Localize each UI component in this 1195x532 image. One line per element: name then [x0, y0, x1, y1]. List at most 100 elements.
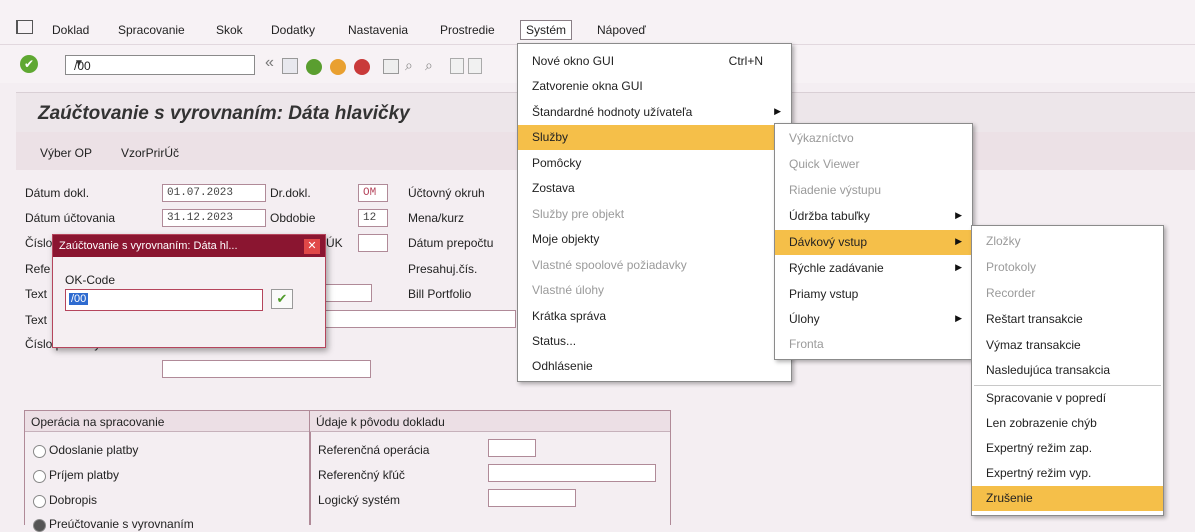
close-icon[interactable]: ✕ [304, 239, 320, 254]
menu-item-label: Výmaz transakcie [986, 338, 1081, 352]
menu-item-label: Zrušenie [986, 491, 1033, 505]
menu-item-user-defaults[interactable]: Štandardné hodnoty užívateľa ▶ [518, 100, 791, 125]
batch-input-submenu: Zložky Protokoly Recorder Reštart transa… [971, 225, 1164, 516]
menu-item-fast-entry[interactable]: Rýchle zadávanie ▶ [775, 256, 972, 281]
okcode-input[interactable]: /00 [65, 289, 263, 311]
menu-item-list[interactable]: Zostava▶ [518, 176, 791, 201]
menu-item-direct-input[interactable]: Priamy vstup [775, 282, 972, 307]
exit-icon[interactable] [330, 59, 346, 75]
menu-item-status[interactable]: Status... [518, 329, 791, 354]
menu-item-my-objects[interactable]: Moje objekty▶ [518, 227, 791, 252]
menu-skok[interactable]: Skok [216, 23, 243, 37]
doc-date-field[interactable]: 01.07.2023 [162, 184, 266, 202]
menu-item-utilities[interactable]: Pomôcky▶ [518, 151, 791, 176]
menu-nastavenia[interactable]: Nastavenia [348, 23, 408, 37]
find-next-icon[interactable]: ⌕ [425, 57, 433, 74]
okcode-dialog: Zaúčtovanie s vyrovnaním: Dáta hl... ✕ O… [52, 234, 326, 348]
menu-item-own-jobs: Vlastné úlohy [518, 278, 791, 303]
submenu-arrow-icon: ▶ [774, 106, 781, 116]
menu-item-label: Nasledujúca transakcia [986, 363, 1111, 377]
menu-item-services[interactable]: Služby▶ [518, 125, 791, 150]
menu-item-cancel[interactable]: Zrušenie [972, 486, 1163, 511]
model-account-button[interactable]: VzorPrirÚč [121, 146, 179, 160]
extra-field[interactable] [162, 360, 371, 378]
doc-type-label: Dr.dokl. [270, 186, 311, 200]
menu-doklad[interactable]: Doklad [52, 23, 89, 37]
logical-system-field[interactable] [488, 489, 576, 507]
menu-item-new-gui-window[interactable]: Nové okno GUI Ctrl+N [518, 49, 791, 74]
chevron-down-icon[interactable]: ▼ [74, 58, 248, 69]
ref-operation-field[interactable] [488, 439, 536, 457]
menu-item-short-message[interactable]: Krátka správa [518, 304, 791, 329]
menu-item-label: Riadenie výstupu [789, 183, 882, 197]
submenu-arrow-icon: ▶ [955, 210, 962, 220]
menu-item-label: Quick Viewer [789, 157, 860, 171]
number-label: Číslo [25, 236, 53, 250]
menu-item-batch-input[interactable]: Dávkový vstup ▶ [775, 230, 972, 255]
back-icon[interactable] [306, 59, 322, 75]
menu-item-label: Zostava [532, 181, 575, 195]
dialog-title: Zaúčtovanie s vyrovnaním: Dáta hl... [59, 240, 238, 252]
menu-dodatky[interactable]: Dodatky [271, 23, 315, 37]
menu-bar: Doklad Spracovanie Skok Dodatky Nastaven… [0, 0, 1195, 45]
enter-icon[interactable]: ✔ [20, 55, 38, 73]
dialog-header: Zaúčtovanie s vyrovnaním: Dáta hl... ✕ [53, 235, 325, 257]
period-label: Obdobie [270, 211, 316, 225]
menu-item-label: Výkazníctvo [789, 131, 854, 145]
menu-item-close-gui-window[interactable]: Zatvorenie okna GUI [518, 74, 791, 99]
menu-item-label: Zatvorenie okna GUI [532, 79, 643, 93]
menu-shortcut: Ctrl+N [728, 54, 763, 68]
operations-group-header: Operácia na spracovanie [25, 411, 310, 432]
period-field[interactable]: 12 [358, 209, 388, 227]
menu-item-label: Údržba tabuľky [789, 209, 870, 223]
save-icon[interactable] [282, 58, 298, 74]
menu-napoved[interactable]: Nápoveď [597, 23, 646, 37]
print-icon[interactable] [383, 59, 399, 74]
find-icon[interactable]: ⌕ [405, 57, 413, 74]
menu-item-next-transaction[interactable]: Nasledujúca transakcia [972, 358, 1163, 383]
menu-item-label: Dávkový vstup [789, 235, 868, 249]
menu-item-folders: Zložky [972, 229, 1163, 254]
menu-item-label: Fronta [789, 337, 824, 351]
menu-item-table-maintenance[interactable]: Údržba tabuľky ▶ [775, 204, 972, 229]
menu-item-delete-transaction[interactable]: Výmaz transakcie [972, 333, 1163, 358]
menu-item-expert-mode-on[interactable]: Expertný režim zap. [972, 436, 1163, 461]
command-field[interactable]: /00 ▼ [65, 55, 255, 75]
doc-type-field[interactable]: OM [358, 184, 388, 202]
menu-item-jobs[interactable]: Úlohy ▶ [775, 307, 972, 332]
first-page-icon[interactable] [450, 58, 464, 74]
menu-item-expert-mode-off[interactable]: Expertný režim vyp. [972, 461, 1163, 486]
radio-outgoing-payment[interactable] [33, 445, 46, 458]
radio-credit-memo[interactable] [33, 495, 46, 508]
ref-key-field[interactable] [488, 464, 656, 482]
submenu-arrow-icon: ▶ [955, 313, 962, 323]
select-open-items-button[interactable]: Výber OP [40, 146, 92, 160]
company-code-label: Účtovný okruh [408, 186, 485, 200]
confirm-icon[interactable]: ✔ [271, 289, 293, 309]
collapse-icon[interactable]: « [265, 54, 274, 72]
menu-item-logoff[interactable]: Odhlásenie [518, 354, 791, 379]
menu-spracovanie[interactable]: Spracovanie [118, 23, 185, 37]
menu-item-foreground-processing[interactable]: Spracovanie v popredí [972, 386, 1163, 411]
radio-transfer-clearing[interactable] [33, 519, 46, 532]
bill-portfolio-label: Bill Portfolio [408, 287, 472, 301]
menu-prostredie[interactable]: Prostredie [440, 23, 495, 37]
menu-item-label: Zložky [986, 234, 1021, 248]
exit-icon[interactable] [16, 20, 33, 34]
origin-group-title: Údaje k pôvodu dokladu [316, 415, 445, 429]
menu-item-label: Priamy vstup [789, 287, 859, 301]
uk-field[interactable] [358, 234, 388, 252]
cancel-icon[interactable] [354, 59, 370, 75]
menu-item-label: Úlohy [789, 312, 820, 326]
outgoing-payment-label: Odoslanie platby [49, 443, 139, 457]
text2-field[interactable] [306, 310, 516, 328]
radio-incoming-payment[interactable] [33, 470, 46, 483]
reference-label: Refe [25, 262, 51, 276]
menu-item-restart-transaction[interactable]: Reštart transakcie [972, 307, 1163, 332]
ref-operation-label: Referenčná operácia [318, 443, 430, 457]
menu-system[interactable]: Systém [520, 20, 573, 40]
operations-group: Operácia na spracovanie Odoslanie platby… [24, 410, 311, 532]
posting-date-field[interactable]: 31.12.2023 [162, 209, 266, 227]
prev-page-icon[interactable] [468, 58, 482, 74]
menu-item-errors-only[interactable]: Len zobrazenie chýb [972, 411, 1163, 436]
